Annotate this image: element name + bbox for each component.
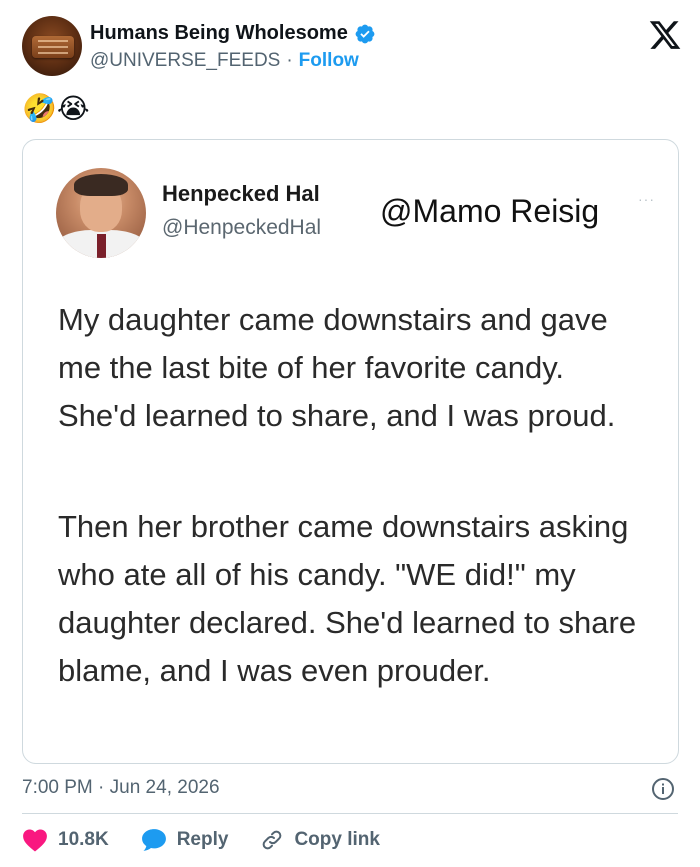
post-text-emoji: 🤣😭 — [22, 93, 90, 124]
quoted-tweet-content: Henpecked Hal @HenpeckedHal @Mamo Reisig… — [24, 141, 677, 762]
quoted-author-name: Henpecked Hal — [162, 181, 320, 206]
follow-button[interactable]: Follow — [299, 50, 359, 72]
quoted-more-dots: ··· — [638, 191, 655, 207]
author-display-name[interactable]: Humans Being Wholesome — [90, 22, 348, 45]
post-timestamp[interactable]: 7:00 PM · Jun 24, 2026 — [22, 777, 220, 799]
separator-dot: · — [286, 50, 293, 71]
avatar-plaque-graphic — [32, 36, 74, 58]
heart-icon — [23, 829, 47, 852]
like-button[interactable]: 10.8K — [22, 828, 109, 852]
verified-badge-icon — [355, 24, 375, 43]
reply-button[interactable]: Reply — [141, 828, 229, 852]
action-bar: 10.8K Reply Copy link — [22, 826, 412, 854]
author-avatar[interactable] — [22, 16, 82, 76]
quoted-tweet-image[interactable]: Henpecked Hal @HenpeckedHal @Mamo Reisig… — [22, 139, 679, 764]
author-name-row: Humans Being Wholesome — [90, 22, 376, 45]
quoted-author-avatar — [56, 168, 146, 258]
x-logo-icon[interactable] — [648, 18, 682, 52]
reply-label: Reply — [176, 829, 229, 850]
copy-link-button[interactable]: Copy link — [260, 828, 380, 852]
copy-link-label: Copy link — [294, 829, 380, 850]
post-header: Humans Being Wholesome @UNIVERSE_FEEDS ·… — [22, 16, 682, 78]
quoted-paragraph-1: My daughter came downstairs and gave me … — [58, 302, 616, 433]
actions-divider — [22, 813, 678, 814]
author-handle-row: @UNIVERSE_FEEDS · Follow — [90, 50, 359, 72]
info-icon[interactable] — [651, 777, 675, 801]
author-handle[interactable]: @UNIVERSE_FEEDS — [90, 50, 280, 72]
quoted-mention-overlay: @Mamo Reisig — [380, 193, 600, 229]
quoted-paragraph-2: Then her brother came downstairs asking … — [58, 509, 637, 688]
speech-bubble-icon — [141, 829, 166, 851]
like-count: 10.8K — [58, 829, 109, 850]
quoted-author-handle: @HenpeckedHal — [162, 216, 322, 239]
link-icon — [263, 830, 282, 850]
